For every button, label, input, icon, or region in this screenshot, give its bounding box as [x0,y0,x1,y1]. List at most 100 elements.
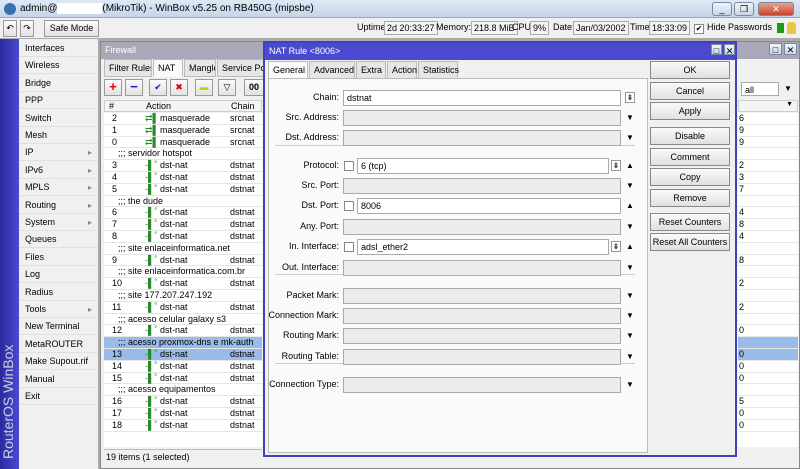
sidebar-item[interactable]: Mesh [19,127,98,144]
table-row[interactable]: 8 -▌˚ dst-nat dstnat [104,231,262,243]
sidebar-item[interactable]: Make Supout.rif [19,353,98,371]
dst-port-negate-checkbox[interactable] [344,201,354,211]
table-row[interactable]: 9 -▌˚ dst-nat dstnat [104,254,262,267]
protocol-field[interactable]: 6 (tcp) [357,158,609,174]
table-row[interactable]: 12 -▌˚ dst-nat dstnat [104,325,262,338]
connection-type-field[interactable] [343,377,621,393]
safe-mode-button[interactable]: Safe Mode [44,20,99,37]
out-interface-field[interactable] [343,260,621,276]
protocol-negate-checkbox[interactable] [344,161,354,171]
copy-button[interactable]: Copy [650,168,730,186]
sidebar-item[interactable]: IP ▸ [19,144,98,162]
in-interface-dropdown-icon[interactable]: ⇟ [611,241,621,252]
protocol-dropdown-icon[interactable]: ⇟ [611,160,621,171]
chain-dropdown-icon[interactable]: ⇟ [625,92,635,103]
table-row[interactable]: 18 -▌˚ dst-nat dstnat [104,419,262,432]
comment-row[interactable]: ;;; acesso proxmox-dns e mk-auth [104,337,262,349]
table-row[interactable]: 14 -▌˚ dst-nat dstnat [104,360,262,373]
comment-row[interactable]: ;;; servidor hotspot [104,148,262,161]
dst-address-field[interactable] [343,130,621,146]
dialog-close-button[interactable]: ✕ [724,44,735,56]
firewall-close-button[interactable]: ✕ [784,43,797,55]
hide-passwords-checkbox[interactable]: ✔ [694,24,704,34]
connection-mark-field[interactable] [343,308,621,324]
reset-counters-icon[interactable]: 00 [244,79,264,96]
sidebar-item[interactable]: System ▸ [19,214,98,231]
any-port-field[interactable] [343,219,621,235]
restore-button[interactable]: ❐ [734,2,754,16]
dst-port-collapse-icon[interactable]: ▲ [625,201,635,210]
table-row[interactable]: 11 -▌˚ dst-nat dstnat [104,301,262,314]
reset-all-counters-button[interactable]: Reset All Counters [650,233,730,251]
col-chain[interactable]: Chain [231,101,255,111]
comment-row[interactable]: ;;; acesso celular galaxy s3 [104,313,262,326]
disable-icon[interactable]: ✖ [170,79,188,96]
sidebar-item[interactable]: Log [19,266,98,284]
sidebar-item[interactable]: Interfaces [19,40,98,57]
tab-mangle[interactable]: Mangle [184,59,216,77]
dialog-maximize-button[interactable]: □ [711,44,722,56]
redo-button[interactable]: ↷ [20,20,34,37]
comment-button[interactable]: Comment [650,148,730,166]
table-row[interactable]: 0 ⇄▌ masquerade srcnat [104,136,262,149]
comment-icon[interactable]: ▬ [195,79,213,96]
reset-counters-button[interactable]: Reset Counters [650,213,730,231]
in-interface-negate-checkbox[interactable] [344,242,354,252]
minimize-button[interactable]: _ [712,2,732,16]
sidebar-item[interactable]: Queues [19,231,98,249]
sidebar-item[interactable]: MetaROUTER [19,336,98,353]
col-action[interactable]: Action [146,101,171,111]
table-row[interactable]: 6 -▌˚ dst-nat dstnat [104,207,262,220]
sidebar-item[interactable]: New Terminal [19,318,98,336]
sidebar-item[interactable]: Routing ▸ [19,197,98,214]
dst-address-dropdown-icon[interactable]: ▼ [625,133,635,142]
comment-row[interactable]: ;;; the dude [104,195,262,208]
protocol-collapse-icon[interactable]: ▲ [625,161,635,170]
sidebar-item[interactable]: Exit [19,388,98,405]
table-row[interactable]: 17 -▌˚ dst-nat dstnat [104,408,262,420]
ok-button[interactable]: OK [650,61,730,79]
comment-row[interactable]: ;;; acesso equipamentos [104,384,262,397]
tab-extra[interactable]: Extra [356,61,386,79]
src-address-dropdown-icon[interactable]: ▼ [625,113,635,122]
maximize-button[interactable]: □ [769,43,782,55]
comment-row[interactable]: ;;; site enlaceinformatica.net [104,242,262,255]
routing-mark-dropdown-icon[interactable]: ▼ [625,331,635,340]
out-interface-dropdown-icon[interactable]: ▼ [625,263,635,272]
routing-table-field[interactable] [343,349,621,365]
routing-table-dropdown-icon[interactable]: ▼ [625,352,635,361]
close-button[interactable]: ✕ [758,2,794,16]
sidebar-item[interactable]: MPLS ▸ [19,179,98,197]
enable-icon[interactable]: ✔ [149,79,167,96]
col-number[interactable]: # [109,101,114,111]
sidebar-item[interactable]: IPv6 ▸ [19,162,98,179]
table-row[interactable]: 7 -▌˚ dst-nat dstnat [104,219,262,231]
tab-nat[interactable]: NAT [153,59,183,77]
comment-row[interactable]: ;;; site enlaceinformatica.com.br [104,266,262,279]
sidebar-item[interactable]: Tools ▸ [19,301,98,318]
disable-button[interactable]: Disable [650,127,730,145]
packet-mark-dropdown-icon[interactable]: ▼ [625,291,635,300]
filter-select[interactable]: all [741,82,779,96]
chain-field[interactable]: dstnat [343,90,621,106]
table-row[interactable]: 5 -▌˚ dst-nat dstnat [104,183,262,196]
remove-button[interactable]: Remove [650,189,730,207]
tab-action[interactable]: Action [387,61,417,79]
sidebar-item[interactable]: Wireless [19,57,98,75]
tab-statistics[interactable]: Statistics [418,61,459,79]
sidebar-item[interactable]: PPP [19,92,98,110]
column-menu-icon[interactable]: ▼ [738,100,798,112]
tab-service-por[interactable]: Service Por [217,59,267,77]
sidebar-item[interactable]: Radius [19,284,98,301]
tab-advanced[interactable]: Advanced [309,61,355,79]
connection-mark-dropdown-icon[interactable]: ▼ [625,311,635,320]
table-row[interactable]: 15 -▌˚ dst-nat dstnat [104,372,262,385]
dropdown-icon[interactable]: ▼ [783,84,793,93]
sidebar-item[interactable]: Switch [19,110,98,127]
routing-mark-field[interactable] [343,328,621,344]
comment-row[interactable]: ;;; site 177.207.247.192 [104,290,262,302]
in-interface-field[interactable]: adsl_ether2 [357,239,609,255]
filter-icon[interactable]: ▽ [218,79,236,96]
table-row[interactable]: 2 ⇄▌ masquerade srcnat [104,113,262,125]
table-row[interactable]: 16 -▌˚ dst-nat dstnat [104,396,262,408]
